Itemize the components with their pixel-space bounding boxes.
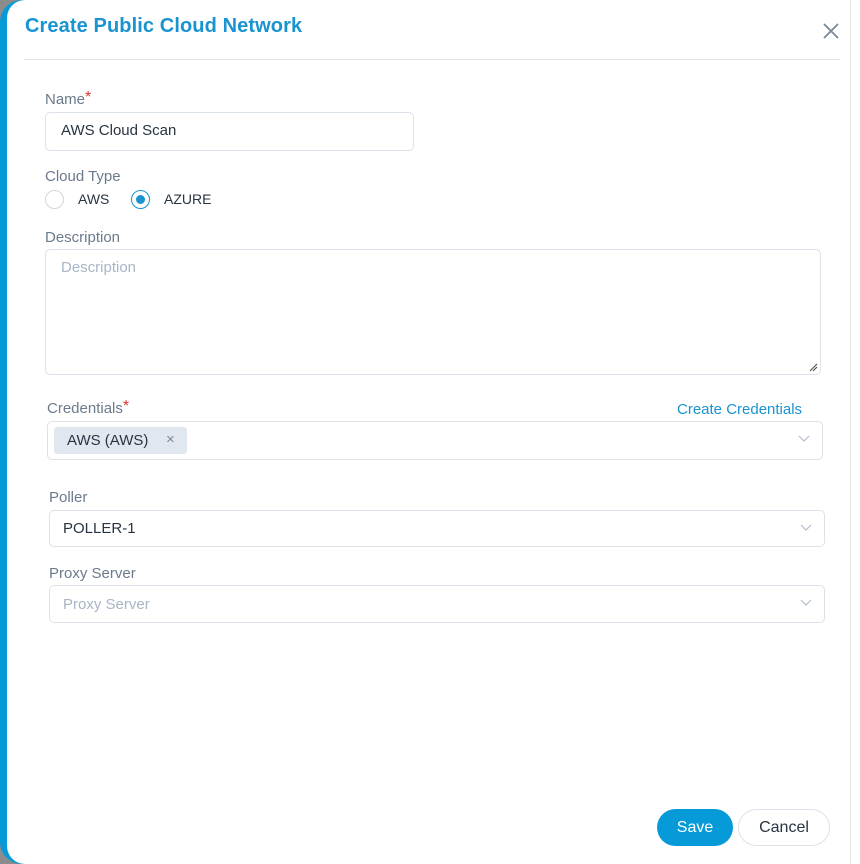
cloud-type-label: Cloud Type — [45, 168, 121, 185]
required-marker: * — [85, 89, 92, 106]
close-icon — [823, 23, 839, 39]
credentials-label-text: Credentials — [47, 400, 123, 417]
credential-tag: AWS (AWS) × — [54, 427, 187, 454]
dialog-header: Create Public Cloud Network — [24, 0, 840, 60]
poller-select[interactable]: POLLER-1 — [49, 510, 825, 547]
poller-label: Poller — [49, 489, 88, 506]
cloud-type-option-azure-label[interactable]: AZURE — [164, 191, 211, 207]
resize-handle-icon[interactable] — [808, 362, 818, 372]
credential-tag-label: AWS (AWS) — [67, 432, 149, 449]
create-public-cloud-network-dialog: Create Public Cloud Network Name* AWS Cl… — [7, 0, 860, 864]
close-button[interactable] — [818, 18, 844, 44]
name-input[interactable]: AWS Cloud Scan — [45, 112, 414, 151]
remove-tag-icon[interactable]: × — [166, 431, 175, 448]
description-textarea[interactable]: Description — [45, 249, 821, 375]
proxy-server-label: Proxy Server — [49, 565, 136, 582]
cloud-type-option-aws-label[interactable]: AWS — [78, 191, 109, 207]
proxy-server-select[interactable]: Proxy Server — [49, 585, 825, 623]
save-button[interactable]: Save — [657, 809, 733, 846]
cloud-type-radio-azure[interactable] — [131, 190, 150, 209]
description-placeholder: Description — [61, 259, 137, 276]
name-label: Name* — [45, 89, 92, 109]
cloud-type-radio-aws[interactable] — [45, 190, 64, 209]
chevron-down-icon[interactable] — [798, 435, 810, 443]
required-marker: * — [122, 398, 130, 415]
name-input-value: AWS Cloud Scan — [61, 122, 177, 139]
dialog-title: Create Public Cloud Network — [25, 15, 303, 37]
name-label-text: Name — [45, 91, 86, 108]
proxy-server-placeholder: Proxy Server — [63, 596, 150, 613]
create-credentials-link[interactable]: Create Credentials — [677, 401, 802, 418]
credentials-label: Credentials* — [47, 398, 130, 418]
description-label: Description — [45, 229, 121, 246]
chevron-down-icon[interactable] — [800, 599, 812, 607]
chevron-down-icon[interactable] — [800, 524, 812, 532]
scroll-track — [850, 0, 860, 864]
credentials-multiselect[interactable]: AWS (AWS) × — [47, 421, 823, 460]
poller-select-value: POLLER-1 — [63, 520, 136, 537]
cancel-button[interactable]: Cancel — [738, 809, 830, 846]
